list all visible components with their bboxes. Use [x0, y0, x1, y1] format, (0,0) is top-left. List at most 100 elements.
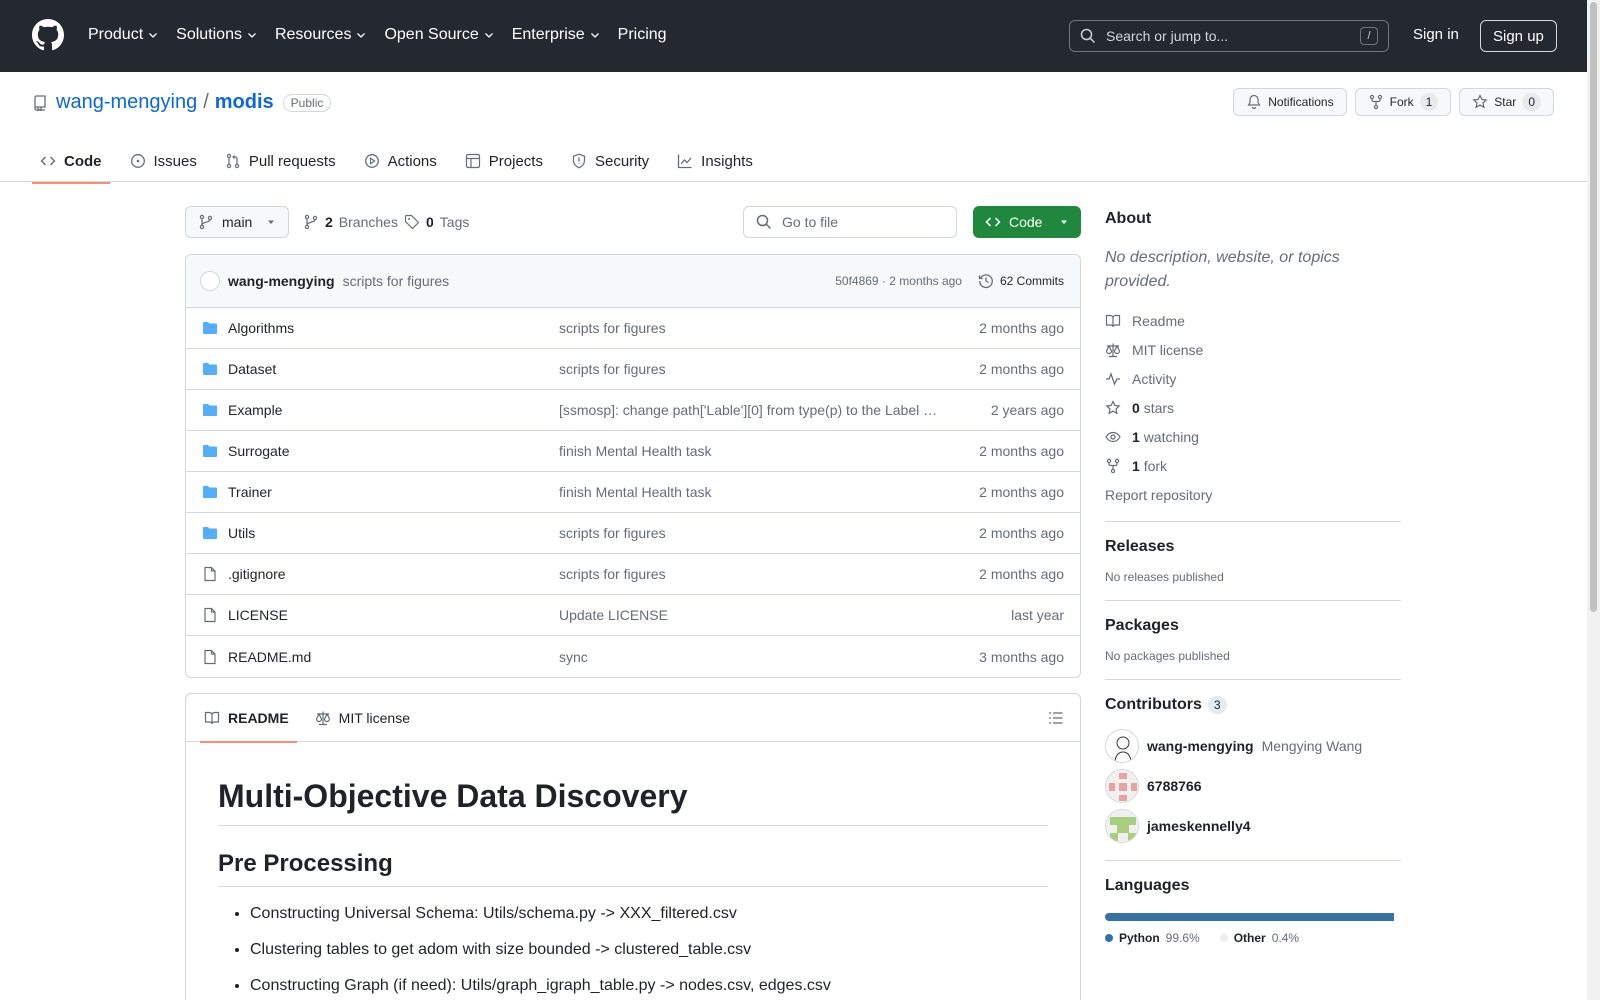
nav-resources[interactable]: Resources: [275, 24, 367, 46]
file-name-link[interactable]: Dataset: [228, 361, 559, 377]
file-commit-message-link[interactable]: scripts for figures: [559, 566, 939, 582]
file-commit-message-link[interactable]: scripts for figures: [559, 525, 939, 541]
watching-label: watching: [1143, 428, 1199, 445]
tab-projects[interactable]: Projects: [457, 139, 551, 183]
releases-heading[interactable]: Releases: [1105, 538, 1174, 555]
sign-up-button[interactable]: Sign up: [1480, 20, 1557, 52]
forks-link[interactable]: 1 fork: [1105, 451, 1401, 480]
table-row[interactable]: .gitignore scripts for figures 2 months ag…: [186, 554, 1080, 595]
watching-link[interactable]: 1 watching: [1105, 422, 1401, 451]
code-button-label: Code: [1009, 214, 1043, 230]
file-commit-message-link[interactable]: [ssmosp]: change path['Lable'][0] from t…: [559, 402, 939, 418]
fork-button[interactable]: Fork 1: [1354, 88, 1452, 116]
repo-owner-link[interactable]: wang-mengying: [56, 91, 197, 114]
file-commit-message-link[interactable]: Update LICENSE: [559, 607, 939, 623]
table-row[interactable]: Algorithms scripts for figures 2 months ag…: [186, 308, 1080, 349]
go-to-file-placeholder: Go to file: [782, 214, 839, 230]
nav-solutions[interactable]: Solutions: [176, 24, 258, 46]
file-commit-age: 2 months ago: [979, 525, 1064, 541]
commit-author-link[interactable]: wang-mengying: [228, 273, 335, 289]
table-row[interactable]: Example [ssmosp]: change path['Lable'][0]…: [186, 390, 1080, 431]
table-row[interactable]: README.md sync 3 months ago: [186, 636, 1080, 677]
report-repository-link[interactable]: Report repository: [1105, 480, 1401, 509]
file-name-link[interactable]: .gitignore: [228, 566, 559, 582]
tab-license[interactable]: MIT license: [313, 694, 412, 742]
avatar[interactable]: [200, 271, 220, 291]
nav-pricing[interactable]: Pricing: [618, 24, 667, 46]
file-name-link[interactable]: Algorithms: [228, 320, 559, 336]
tag-icon: [404, 214, 420, 230]
table-row[interactable]: Trainer finish Mental Health task 2 months…: [186, 472, 1080, 513]
file-name-link[interactable]: README.md: [228, 649, 559, 665]
commits-link[interactable]: 62 Commits: [978, 273, 1064, 289]
branches-link[interactable]: 2 Branches: [303, 214, 398, 230]
tab-pull-requests-label: Pull requests: [248, 152, 336, 170]
tab-readme[interactable]: README: [200, 694, 297, 743]
sign-in-link[interactable]: Sign in: [1413, 26, 1459, 43]
tags-link[interactable]: 0 Tags: [404, 214, 469, 230]
commit-message-link[interactable]: scripts for figures: [343, 273, 836, 289]
forks-count: 1: [1132, 457, 1140, 474]
branch-select-button[interactable]: main: [185, 206, 289, 238]
file-name-link[interactable]: Example: [228, 402, 559, 418]
contributor-item[interactable]: wang-mengying Mengying Wang: [1105, 726, 1401, 766]
tab-code[interactable]: Code: [32, 139, 110, 184]
github-logo-icon[interactable]: [32, 19, 64, 51]
tab-projects-label: Projects: [488, 152, 543, 170]
file-commit-message-link[interactable]: scripts for figures: [559, 320, 939, 336]
commit-sha-time[interactable]: 50f4869 · 2 months ago: [835, 274, 962, 288]
tab-insights[interactable]: Insights: [669, 139, 761, 183]
nav-product[interactable]: Product: [88, 24, 159, 46]
outline-toggle-button[interactable]: [1048, 710, 1064, 726]
table-row[interactable]: Surrogate finish Mental Health task 2 mont…: [186, 431, 1080, 472]
contributors-heading[interactable]: Contributors: [1105, 696, 1202, 714]
language-other[interactable]: Other 0.4%: [1219, 931, 1299, 945]
tab-pull-requests[interactable]: Pull requests: [217, 139, 344, 183]
tab-actions[interactable]: Actions: [356, 139, 445, 183]
repo-icon: [34, 94, 46, 111]
go-to-file-input[interactable]: Go to file: [743, 206, 957, 238]
stars-link[interactable]: 0 stars: [1105, 393, 1401, 422]
table-row[interactable]: Utils scripts for figures 2 months ago: [186, 513, 1080, 554]
file-name-link[interactable]: Surrogate: [228, 443, 559, 459]
readme-panel: README MIT license Multi-Objective Data …: [185, 693, 1081, 1000]
file-name-link[interactable]: Utils: [228, 525, 559, 541]
latest-commit-bar: wang-mengying scripts for figures 50f486…: [186, 255, 1080, 308]
page-scrollbar[interactable]: [1587, 0, 1600, 1000]
packages-heading[interactable]: Packages: [1105, 617, 1179, 634]
contributor-item[interactable]: jameskennelly4: [1105, 806, 1401, 846]
contributors-counter: 3: [1207, 696, 1227, 714]
file-commit-message-link[interactable]: sync: [559, 649, 939, 665]
repo-name-link[interactable]: modis: [215, 91, 274, 114]
readme-link[interactable]: Readme: [1105, 306, 1401, 335]
search-input[interactable]: Search or jump to... /: [1069, 20, 1389, 52]
code-dropdown-button[interactable]: Code: [973, 206, 1081, 238]
file-commit-message-link[interactable]: finish Mental Health task: [559, 484, 939, 500]
file-commit-message-link[interactable]: scripts for figures: [559, 361, 939, 377]
watching-count: 1: [1132, 428, 1140, 445]
repo-actions: Notifications Fork 1 Star 0: [1233, 88, 1554, 116]
scrollbar-thumb[interactable]: [1590, 2, 1597, 612]
file-commit-age: last year: [1011, 607, 1064, 623]
table-row[interactable]: LICENSE Update LICENSE last year: [186, 595, 1080, 636]
file-name-link[interactable]: Trainer: [228, 484, 559, 500]
nav-open-source[interactable]: Open Source: [384, 24, 494, 46]
language-python[interactable]: Python 99.6%: [1105, 931, 1200, 945]
file-name-link[interactable]: LICENSE: [228, 607, 559, 623]
license-link[interactable]: MIT license: [1105, 335, 1401, 364]
file-commit-age: 2 months ago: [979, 320, 1064, 336]
license-link-label: MIT license: [1132, 341, 1204, 358]
tab-security[interactable]: Security: [563, 139, 657, 183]
stars-count: 0: [1132, 399, 1140, 416]
nav-enterprise[interactable]: Enterprise: [512, 24, 601, 46]
tab-issues[interactable]: Issues: [122, 139, 205, 183]
list-item: Constructing Universal Schema: Utils/sch…: [250, 905, 1048, 923]
file-commit-message-link[interactable]: finish Mental Health task: [559, 443, 939, 459]
contributor-item[interactable]: 6788766: [1105, 766, 1401, 806]
tab-license-label: MIT license: [338, 709, 410, 726]
notifications-button[interactable]: Notifications: [1233, 88, 1347, 116]
file-icon: [202, 566, 218, 582]
star-button[interactable]: Star 0: [1459, 88, 1554, 116]
table-row[interactable]: Dataset scripts for figures 2 months ago: [186, 349, 1080, 390]
activity-link[interactable]: Activity: [1105, 364, 1401, 393]
